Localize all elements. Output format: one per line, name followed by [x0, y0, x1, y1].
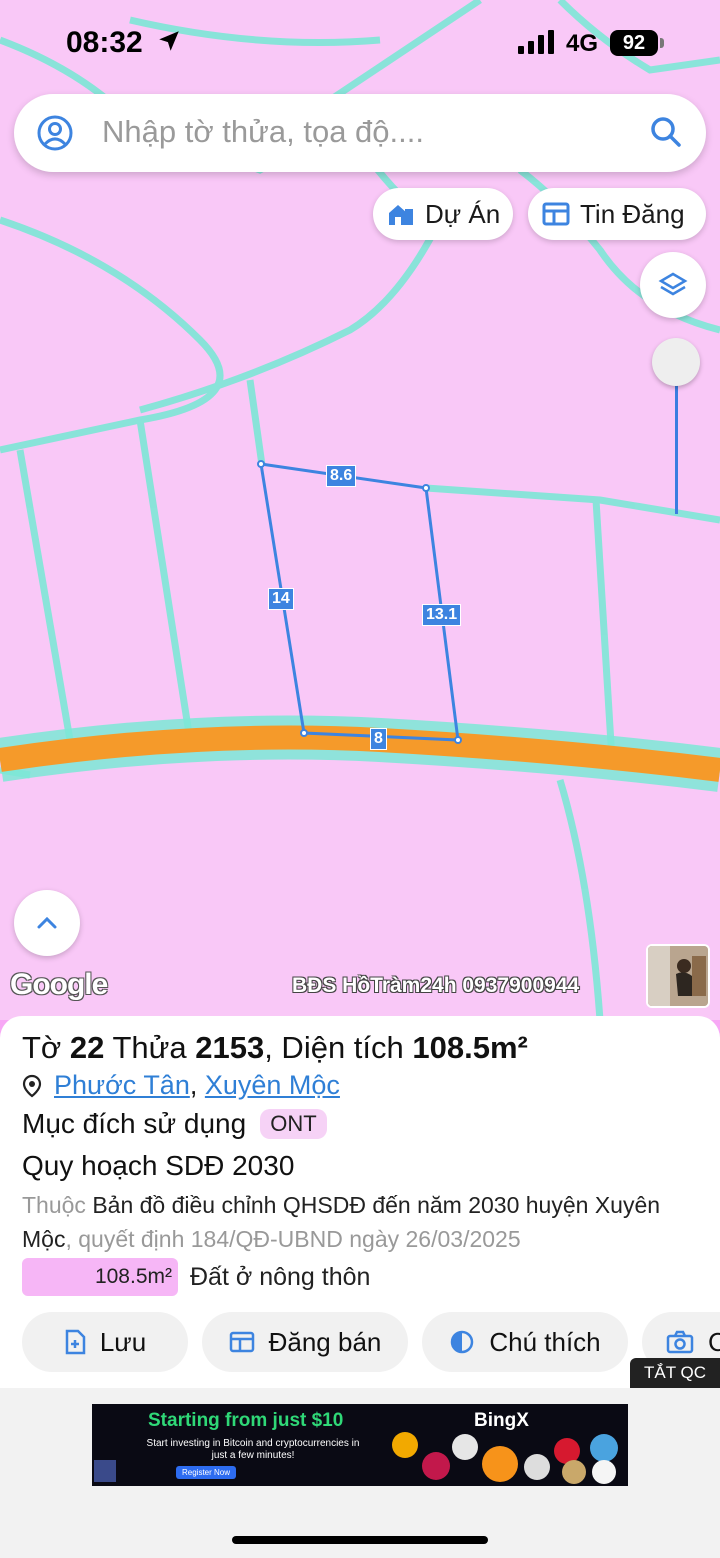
edge-length-right: 13.1 — [422, 604, 462, 626]
du-an-label: Dự Án — [425, 198, 501, 229]
action-bar: Lưu Đăng bán Chú thích C — [22, 1312, 720, 1372]
location-pin-icon — [22, 1074, 42, 1097]
plan-description: Thuộc Bản đồ điều chỉnh QHSDĐ đến năm 20… — [22, 1188, 702, 1256]
district-link[interactable]: Xuyên Mộc — [205, 1070, 340, 1101]
edge-length-left: 14 — [268, 588, 294, 610]
user-icon[interactable] — [36, 114, 74, 157]
file-plus-icon — [65, 1329, 86, 1355]
legend-label: Chú thích — [489, 1326, 601, 1357]
search-input[interactable]: Nhập tờ thửa, tọa độ.... — [102, 114, 424, 150]
ad-choices-icon[interactable] — [94, 1460, 116, 1482]
coin-icon — [422, 1452, 450, 1480]
legend-button[interactable]: Chú thích — [422, 1312, 628, 1372]
ad-subtext: Start investing in Bitcoin and cryptocur… — [146, 1438, 360, 1461]
tin-dang-button[interactable]: Tin Đăng — [528, 188, 706, 240]
expand-button[interactable] — [14, 890, 80, 956]
land-use-purpose: Mục đích sử dụng ONT — [22, 1108, 327, 1140]
plan-prefix: Thuộc — [22, 1192, 86, 1218]
plan-title: Quy hoạch SDĐ 2030 — [22, 1150, 295, 1181]
plan-decision: , quyết định 184/QĐ-UBND ngày 26/03/2025 — [65, 1226, 521, 1252]
photo-label: C — [708, 1326, 720, 1357]
listing-icon — [542, 202, 570, 226]
clock: 08:32 — [66, 26, 143, 59]
listing-icon — [229, 1331, 254, 1353]
purpose-badge[interactable]: ONT — [260, 1109, 327, 1139]
google-logo: Google — [10, 968, 108, 1001]
chevron-up-icon — [37, 916, 57, 929]
ad-brand: BingX — [474, 1410, 529, 1431]
house-icon — [389, 205, 413, 225]
coin-icon — [592, 1460, 616, 1484]
coin-icon — [452, 1434, 478, 1460]
post-sale-label: Đăng bán — [268, 1326, 382, 1357]
address-separator: , — [189, 1070, 205, 1100]
parcel-info-panel: Tờ 22 Thửa 2153, Diện tích 108.5m² Phước… — [0, 1016, 720, 1388]
coin-icon — [524, 1454, 550, 1480]
purpose-label: Mục đích sử dụng — [22, 1108, 247, 1139]
thua-number: 2153 — [195, 1030, 265, 1065]
status-bar: 08:32 4G 92 — [0, 0, 720, 88]
bitcoin-icon — [482, 1446, 518, 1482]
network-type: 4G — [566, 30, 599, 57]
search-bar[interactable]: Nhập tờ thửa, tọa độ.... — [14, 94, 706, 172]
zoning-area-row: 108.5m² Đất ở nông thôn — [22, 1258, 370, 1296]
zoom-slider-track[interactable] — [675, 380, 678, 514]
close-ads-button[interactable]: TẮT QC — [630, 1358, 720, 1388]
street-photo-thumbnail[interactable] — [646, 944, 710, 1008]
commune-link[interactable]: Phước Tân — [54, 1070, 190, 1101]
signal-icon — [518, 30, 558, 59]
thua-label: Thửa — [112, 1030, 187, 1065]
coin-icon — [562, 1460, 586, 1484]
edge-length-top: 8.6 — [326, 465, 357, 487]
location-arrow-icon — [156, 28, 182, 59]
du-an-button[interactable]: Dự Án — [373, 188, 513, 240]
parcel-title: Tờ 22 Thửa 2153, Diện tích 108.5m² — [22, 1030, 528, 1066]
area-value: 108.5m² — [412, 1030, 528, 1065]
zoom-slider-knob[interactable] — [652, 338, 700, 386]
tin-dang-label: Tin Đăng — [580, 198, 685, 229]
search-icon[interactable] — [648, 114, 684, 155]
zoning-area-type: Đất ở nông thôn — [190, 1262, 371, 1291]
zoning-area-swatch: 108.5m² — [22, 1258, 178, 1296]
save-button[interactable]: Lưu — [22, 1312, 188, 1372]
ad-banner[interactable]: Starting from just $10 Start investing i… — [92, 1404, 628, 1486]
to-label: Tờ — [22, 1030, 62, 1065]
layers-button[interactable] — [640, 252, 706, 318]
contrast-icon — [451, 1330, 474, 1354]
to-number: 22 — [69, 1030, 105, 1065]
camera-icon — [666, 1330, 694, 1354]
post-sale-button[interactable]: Đăng bán — [202, 1312, 408, 1372]
ad-headline: Starting from just $10 — [148, 1410, 344, 1431]
layers-icon — [658, 272, 688, 296]
coin-icon — [392, 1432, 418, 1458]
battery-tip — [660, 38, 664, 48]
area-label: , Diện tích — [264, 1030, 404, 1065]
battery-icon: 92 — [610, 30, 658, 56]
home-indicator[interactable] — [232, 1536, 488, 1544]
address: Phước Tân , Xuyên Mộc — [22, 1070, 340, 1101]
ad-register-button[interactable]: Register Now — [176, 1466, 237, 1479]
ad-zone: Starting from just $10 Start investing i… — [0, 1388, 720, 1558]
edge-length-bottom: 8 — [370, 728, 387, 750]
save-label: Lưu — [99, 1326, 147, 1357]
coin-icon — [590, 1434, 618, 1462]
watermark: BĐS HồTràm24h 0937900944 — [292, 974, 580, 997]
